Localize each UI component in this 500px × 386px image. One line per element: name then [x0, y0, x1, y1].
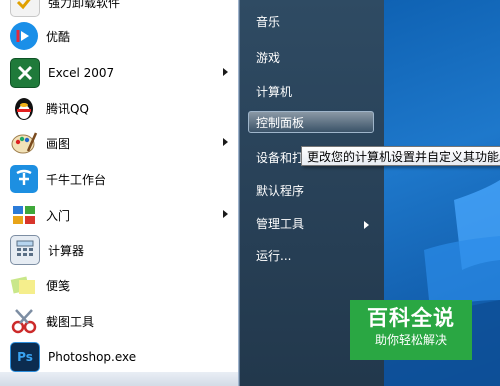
qianniu-icon [10, 165, 38, 193]
submenu-arrow-icon [223, 68, 228, 76]
getting-started-icon [10, 201, 38, 229]
submenu-arrow-icon [223, 138, 228, 146]
submenu-arrow-icon [364, 221, 369, 229]
program-label: 强力卸载软件 [48, 0, 121, 10]
program-item-sticky-notes[interactable]: 便笺 [6, 268, 234, 302]
program-label: 计算器 [48, 243, 85, 258]
program-label: 入门 [46, 208, 71, 223]
menu-item-devices-printers[interactable]: 设备和打 [256, 149, 304, 166]
paint-palette-icon [10, 129, 38, 157]
program-item-qianniu[interactable]: 千牛工作台 [6, 162, 234, 196]
baike-watermark: 百科全说 助你轻松解决 [350, 300, 472, 360]
calculator-icon [10, 235, 40, 265]
menu-item-default-programs[interactable]: 默认程序 [256, 182, 304, 199]
sticky-notes-icon [10, 271, 38, 299]
control-panel-tooltip: 更改您的计算机设置并自定义其功能。 [301, 146, 500, 166]
menu-item-run[interactable]: 运行... [256, 247, 291, 264]
qq-penguin-icon [10, 94, 38, 122]
excel-icon [10, 58, 40, 88]
menu-item-admin-tools[interactable]: 管理工具 [256, 215, 304, 232]
program-label: 优酷 [46, 29, 71, 44]
program-label: 千牛工作台 [46, 172, 107, 187]
menu-item-computer[interactable]: 计算机 [256, 83, 292, 100]
program-item-snipping-tool[interactable]: 截图工具 [6, 304, 234, 338]
program-item-calculator[interactable]: 计算器 [6, 233, 234, 267]
program-item-excel[interactable]: Excel 2007 [6, 56, 234, 90]
menu-item-music[interactable]: 音乐 [256, 13, 280, 30]
program-label: 便笺 [46, 278, 71, 293]
program-item-getting-started[interactable]: 入门 [6, 198, 234, 232]
photoshop-icon: Ps [10, 342, 40, 372]
program-item-youku[interactable]: 优酷 [6, 19, 234, 53]
program-item-qq[interactable]: 腾讯QQ [6, 91, 234, 125]
menu-item-control-panel[interactable]: 控制面板 [248, 111, 374, 133]
snipping-tool-icon [10, 307, 38, 335]
submenu-arrow-icon [223, 210, 228, 218]
youku-icon [10, 22, 38, 50]
watermark-subtitle: 助你轻松解决 [374, 333, 447, 347]
program-label: 截图工具 [46, 314, 95, 329]
uninstall-icon [10, 0, 40, 17]
program-label: 画图 [46, 136, 71, 151]
program-label: 腾讯QQ [46, 101, 89, 116]
program-item-uninstaller[interactable]: 强力卸载软件 [6, 0, 234, 19]
menu-item-games[interactable]: 游戏 [256, 49, 280, 66]
program-list-bottom-strip [0, 372, 238, 386]
start-menu-program-list: 强力卸载软件 优酷 Excel 2007 腾讯QQ 画图 千牛工作台 入门 计算… [0, 0, 239, 386]
program-item-photoshop[interactable]: Ps Photoshop.exe [6, 340, 234, 374]
program-label: Excel 2007 [48, 66, 115, 80]
watermark-title: 百科全说 [367, 306, 455, 330]
program-item-paint[interactable]: 画图 [6, 126, 234, 160]
program-label: Photoshop.exe [48, 350, 137, 364]
